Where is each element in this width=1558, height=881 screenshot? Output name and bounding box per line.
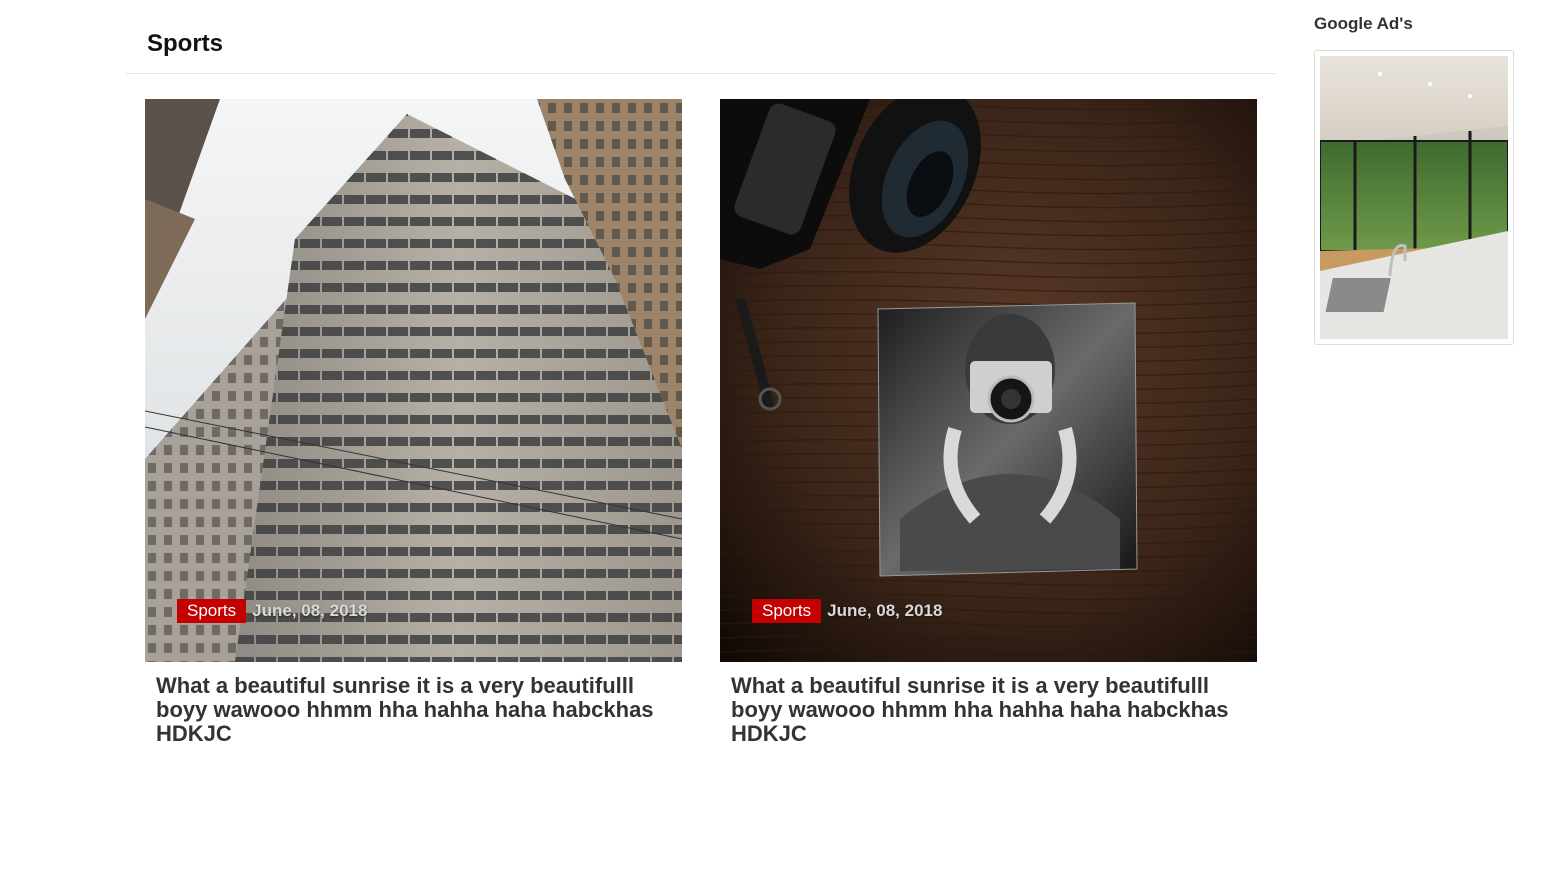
section-header: Sports <box>126 0 1276 74</box>
camera-photo-on-table <box>720 99 1257 662</box>
post-title[interactable]: What a beautiful sunrise it is a very be… <box>731 674 1246 746</box>
sidebar: Google Ad's <box>1314 14 1514 345</box>
post-title[interactable]: What a beautiful sunrise it is a very be… <box>156 674 671 746</box>
post-card: Sports June, 08, 2018 What a beautiful s… <box>720 99 1257 746</box>
post-meta: Sports June, 08, 2018 <box>752 599 942 623</box>
category-badge[interactable]: Sports <box>177 599 247 623</box>
modern-kitchen-photo <box>1320 56 1508 339</box>
office-building-photo <box>145 99 682 662</box>
category-badge[interactable]: Sports <box>752 599 822 623</box>
section-title: Sports <box>147 30 224 57</box>
post-meta: Sports June, 08, 2018 <box>177 599 367 623</box>
post-card: Sports June, 08, 2018 What a beautiful s… <box>145 99 682 746</box>
post-date: June, 08, 2018 <box>827 601 943 620</box>
post-image-link[interactable]: Sports June, 08, 2018 <box>145 99 682 662</box>
ad-banner[interactable] <box>1314 50 1514 345</box>
sidebar-title: Google Ad's <box>1314 14 1413 33</box>
post-image-link[interactable]: Sports June, 08, 2018 <box>720 99 1257 662</box>
page: Sports Sports June, 08, 2018 What a beau… <box>0 0 1558 881</box>
post-date: June, 08, 2018 <box>252 601 368 620</box>
